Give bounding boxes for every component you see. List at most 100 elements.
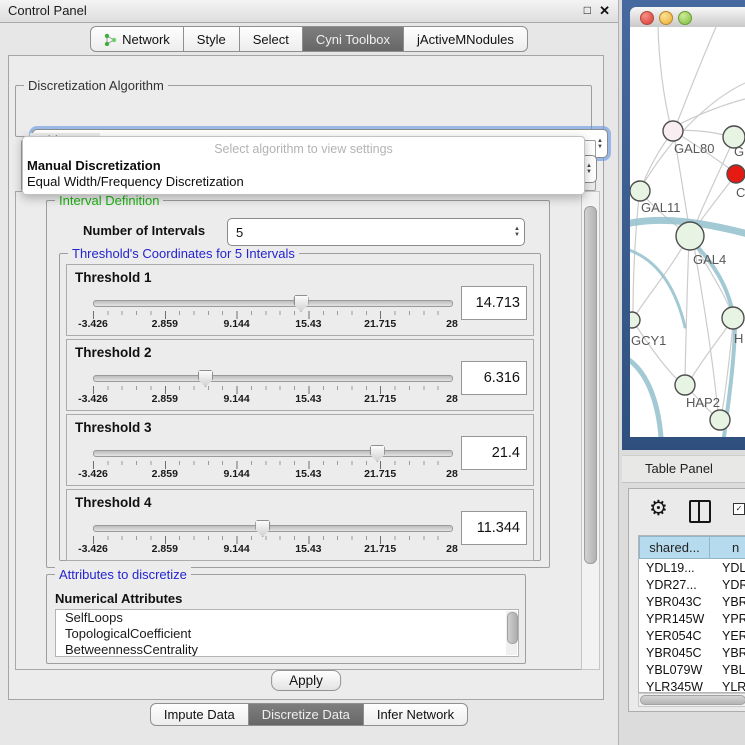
table-row[interactable]: YBR043CYBR0 — [639, 593, 745, 610]
table-cell: YPR145W — [639, 612, 715, 626]
gear-icon[interactable]: ⚙ — [649, 496, 668, 521]
tab-style[interactable]: Style — [184, 26, 240, 52]
network-node[interactable] — [630, 181, 650, 201]
threshold-value-field[interactable]: 21.4 — [461, 436, 527, 470]
threshold-coordinates-group: Threshold's Coordinates for 5 Intervals … — [59, 253, 541, 561]
threshold-value-field[interactable]: 6.316 — [461, 361, 527, 395]
network-node[interactable] — [727, 165, 745, 183]
tab-label: Discretize Data — [262, 707, 350, 722]
table-cell: YPR1 — [715, 612, 745, 626]
table-horizontal-scrollbar[interactable] — [638, 693, 745, 707]
number-of-intervals-select[interactable]: 5 ▲▼ — [227, 218, 525, 246]
tab-jactivemnodules[interactable]: jActiveMNodules — [404, 26, 528, 52]
node-attribute-table[interactable]: shared...n YDL19...YDL1YDR27...YDR2YBR04… — [638, 535, 745, 693]
network-node-label: C — [736, 185, 745, 200]
network-edge[interactable] — [685, 241, 689, 378]
network-node[interactable] — [675, 375, 695, 395]
slider-thumb[interactable] — [255, 520, 270, 537]
table-cell: YDR2 — [715, 578, 745, 592]
checkbox-icon[interactable]: ✓ — [733, 503, 745, 515]
tab-network[interactable]: Network — [90, 26, 184, 52]
top-tabbar: Network StyleSelect Cyni Toolbox jActiveMNo… — [0, 26, 618, 52]
table-row[interactable]: YBL079WYBL0 — [639, 661, 745, 678]
column-header[interactable]: shared... — [639, 536, 710, 559]
threshold-value-field[interactable]: 14.713 — [461, 286, 527, 320]
attribute-item[interactable]: SelfLoops — [56, 610, 518, 626]
network-node[interactable] — [663, 121, 683, 141]
tab-label: Network — [122, 32, 170, 47]
table-row[interactable]: YDL19...YDL1 — [639, 559, 745, 576]
network-node-label: GCY1 — [631, 333, 666, 348]
network-node[interactable] — [630, 312, 640, 328]
scrollbar-thumb[interactable] — [507, 612, 518, 644]
table-row[interactable]: YBR045CYBR0 — [639, 644, 745, 661]
interval-definition-group: Interval Definition Number of Intervals … — [46, 200, 550, 568]
number-of-intervals-value: 5 — [236, 225, 243, 240]
panel-vertical-scrollbar[interactable] — [581, 191, 600, 670]
table-row[interactable]: YER054CYER0 — [639, 627, 745, 644]
network-edge[interactable] — [696, 177, 734, 227]
threshold-slider-track[interactable] — [93, 300, 453, 307]
slider-thumb[interactable] — [294, 295, 309, 312]
network-edge[interactable] — [676, 99, 745, 126]
discretization-algorithm-title: Discretization Algorithm — [24, 78, 168, 93]
close-traffic-light-icon[interactable] — [640, 11, 654, 25]
cyni-toolbox-panel: Discretization Algorithm ▲▼ Table Data g… — [8, 55, 604, 700]
attribute-item[interactable]: BetweennessCentrality — [56, 642, 518, 657]
attributes-list-scrollbar[interactable] — [506, 611, 517, 655]
threshold-slider-track[interactable] — [93, 450, 453, 457]
numerical-attributes-list[interactable]: SelfLoopsTopologicalCoefficientBetweenne… — [55, 609, 519, 657]
table-row[interactable]: YDR27...YDR2 — [639, 576, 745, 593]
slider-scale-labels: -3.4262.8599.14415.4321.71528 — [93, 543, 452, 556]
threshold-value-field[interactable]: 11.344 — [461, 511, 527, 545]
slider-thumb[interactable] — [198, 370, 213, 387]
network-edge[interactable] — [658, 27, 671, 128]
interval-definition-title: Interval Definition — [55, 193, 163, 208]
algorithm-option-manual-discretization[interactable]: Manual Discretization — [27, 158, 580, 173]
apply-button[interactable]: Apply — [271, 670, 341, 691]
split-column-icon[interactable] — [689, 500, 711, 523]
network-node-label: GAL4 — [693, 252, 726, 267]
network-canvas[interactable]: GAL80GGAL11CGAL4GCY1HHAP2 — [630, 27, 745, 437]
minimize-traffic-light-icon[interactable] — [659, 11, 673, 25]
threshold-label: Threshold 3 — [75, 420, 152, 435]
tab-infer-network[interactable]: Infer Network — [364, 703, 468, 726]
zoom-traffic-light-icon[interactable] — [678, 11, 692, 25]
network-node-label: HAP2 — [686, 395, 720, 410]
tick-label: 9.144 — [223, 468, 249, 480]
algorithm-option-equal-width-frequency-discretization[interactable]: Equal Width/Frequency Discretization — [27, 174, 580, 189]
tab-impute-data[interactable]: Impute Data — [150, 703, 249, 726]
scrollbar-thumb[interactable] — [640, 695, 745, 705]
network-node[interactable] — [710, 410, 730, 430]
tab-select[interactable]: Select — [240, 26, 303, 52]
table-row[interactable]: YLR345WYLR3 — [639, 678, 745, 693]
tick-label: 2.859 — [152, 318, 178, 330]
network-node[interactable] — [676, 222, 704, 250]
table-row[interactable]: YPR145WYPR1 — [639, 610, 745, 627]
column-header[interactable]: n — [710, 536, 745, 559]
scrollbar-thumb[interactable] — [584, 206, 597, 564]
threshold-slider-track[interactable] — [93, 525, 453, 532]
slider-thumb[interactable] — [370, 445, 385, 462]
attribute-item[interactable]: TopologicalCoefficient — [56, 626, 518, 642]
close-window-icon[interactable]: ✕ — [599, 3, 610, 19]
combo-stepper-icon: ▲▼ — [514, 219, 520, 245]
select-columns-icons[interactable]: ✓ ✓ — [733, 503, 745, 515]
float-window-icon[interactable]: □ — [584, 3, 591, 17]
table-cell: YBL079W — [639, 663, 715, 677]
table-panel-toolbar: ⚙ ✓ ✓ — [629, 489, 745, 533]
network-edge[interactable] — [675, 27, 716, 128]
tab-label: Cyni Toolbox — [316, 32, 390, 47]
combo-stepper-icon: ▲▼ — [586, 156, 592, 182]
algorithm-hint-option[interactable]: Select algorithm to view settings — [23, 137, 584, 156]
network-node[interactable] — [722, 307, 744, 329]
tick-label: 21.715 — [364, 318, 396, 330]
threshold-slider-track[interactable] — [93, 375, 453, 382]
tab-discretize-data[interactable]: Discretize Data — [249, 703, 364, 726]
threshold-label: Threshold 2 — [75, 345, 152, 360]
tab-cyni-toolbox[interactable]: Cyni Toolbox — [303, 26, 404, 52]
network-edge-highlighted[interactable] — [630, 358, 661, 437]
network-edge[interactable] — [692, 240, 731, 311]
numerical-attributes-label: Numerical Attributes — [55, 591, 182, 606]
tab-label: Infer Network — [377, 707, 454, 722]
